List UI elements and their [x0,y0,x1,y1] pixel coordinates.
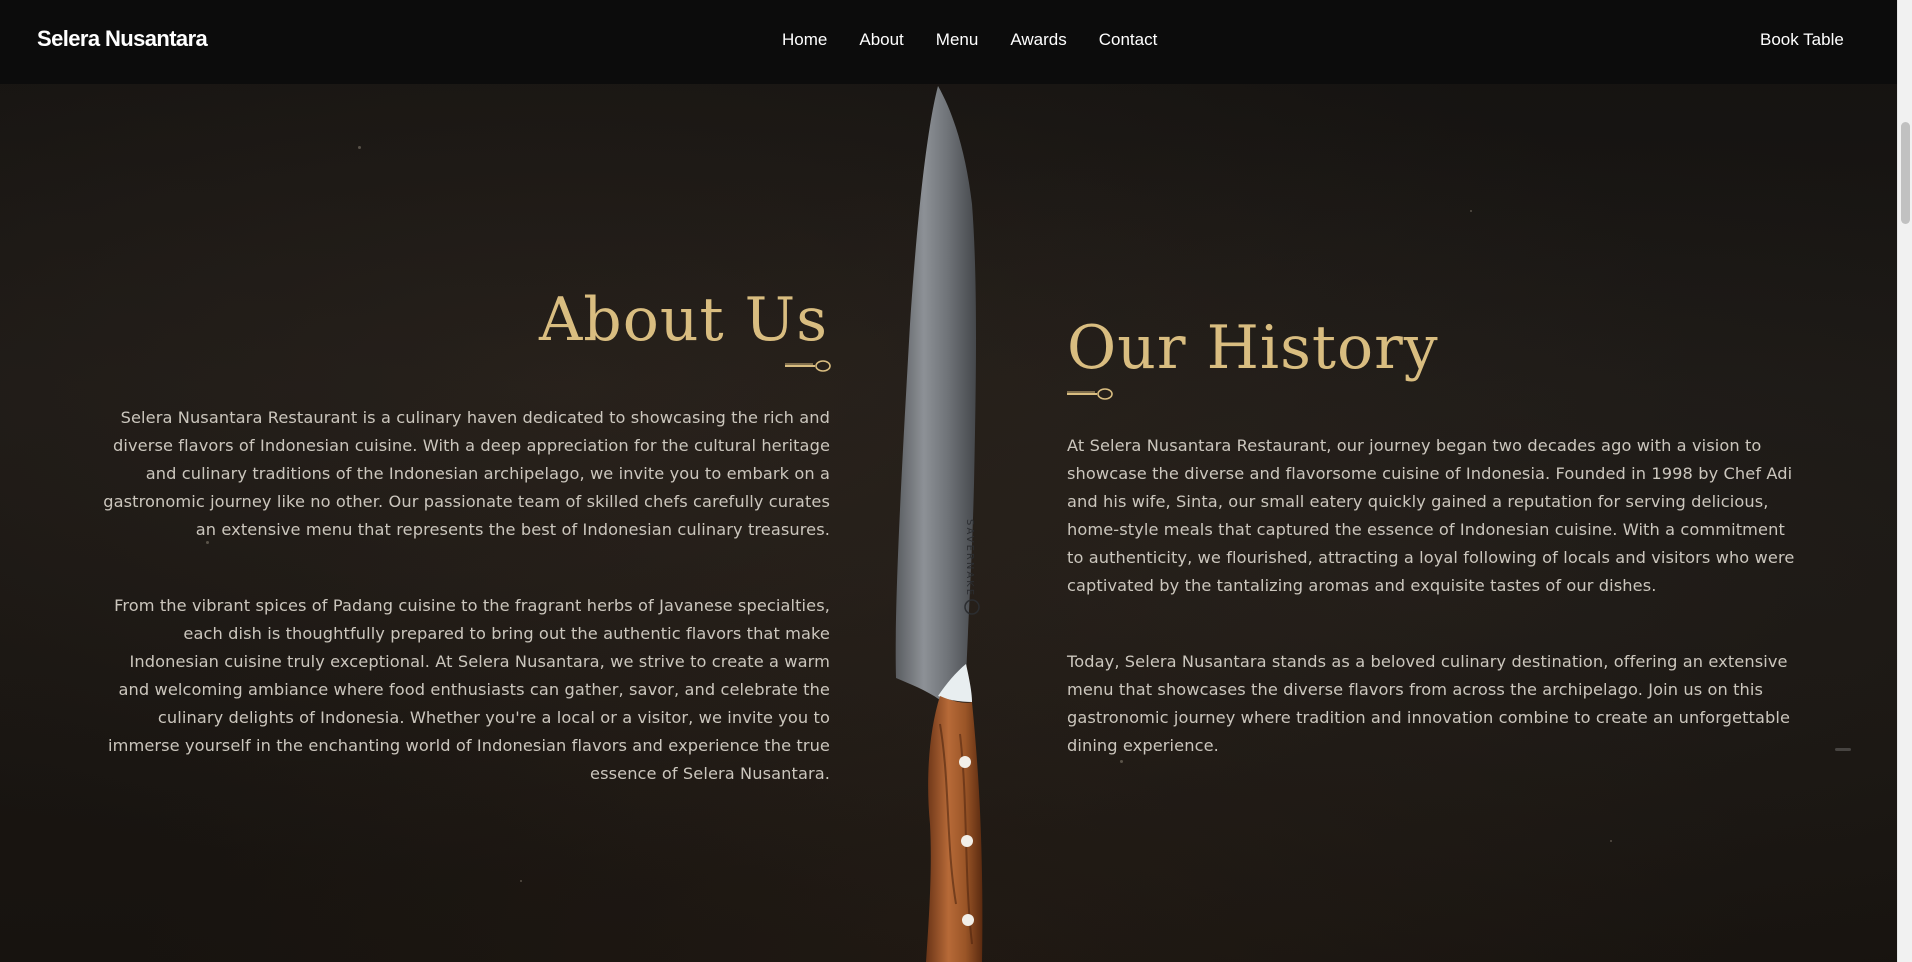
nav-link-about[interactable]: About [859,30,903,50]
about-paragraph: Selera Nusantara Restaurant is a culinar… [103,408,830,539]
page-background: SAVERNAKE About Us Selera Nusantara Rest… [0,0,1897,962]
nav-link-contact[interactable]: Contact [1099,30,1158,50]
texture-speck [520,880,522,882]
scrollbar-thumb[interactable] [1901,122,1910,224]
chef-knife-image: SAVERNAKE [895,86,983,962]
texture-speck [358,146,361,149]
knife-blade [895,86,976,702]
texture-speck [1610,840,1612,842]
nav-link-menu[interactable]: Menu [936,30,979,50]
knife-rivet [962,914,974,926]
knife-handle [926,696,983,962]
about-paragraph: From the vibrant spices of Padang cuisin… [108,596,830,783]
texture-speck [1470,210,1472,212]
knife-brand-engraving: SAVERNAKE [964,519,975,597]
spoon-divider-icon [785,360,831,372]
texture-speck [1120,760,1123,763]
history-title: Our History [1067,313,1439,383]
book-table-button[interactable]: Book Table [1760,30,1844,50]
history-paragraph: At Selera Nusantara Restaurant, our jour… [1067,436,1795,595]
top-navbar: Selera Nusantara Home About Menu Awards … [0,0,1897,84]
knife-rivet [959,756,971,768]
page-scrollbar[interactable] [1897,0,1912,962]
brand-logo[interactable]: Selera Nusantara [37,26,208,52]
nav-link-awards[interactable]: Awards [1010,30,1066,50]
main-nav: Home About Menu Awards Contact [782,30,1189,50]
history-paragraph: Today, Selera Nusantara stands as a belo… [1067,652,1791,755]
texture-speck [1835,748,1851,751]
about-title: About Us [538,285,828,355]
knife-rivet [961,835,973,847]
nav-link-home[interactable]: Home [782,30,827,50]
spoon-divider-icon [1067,388,1113,400]
